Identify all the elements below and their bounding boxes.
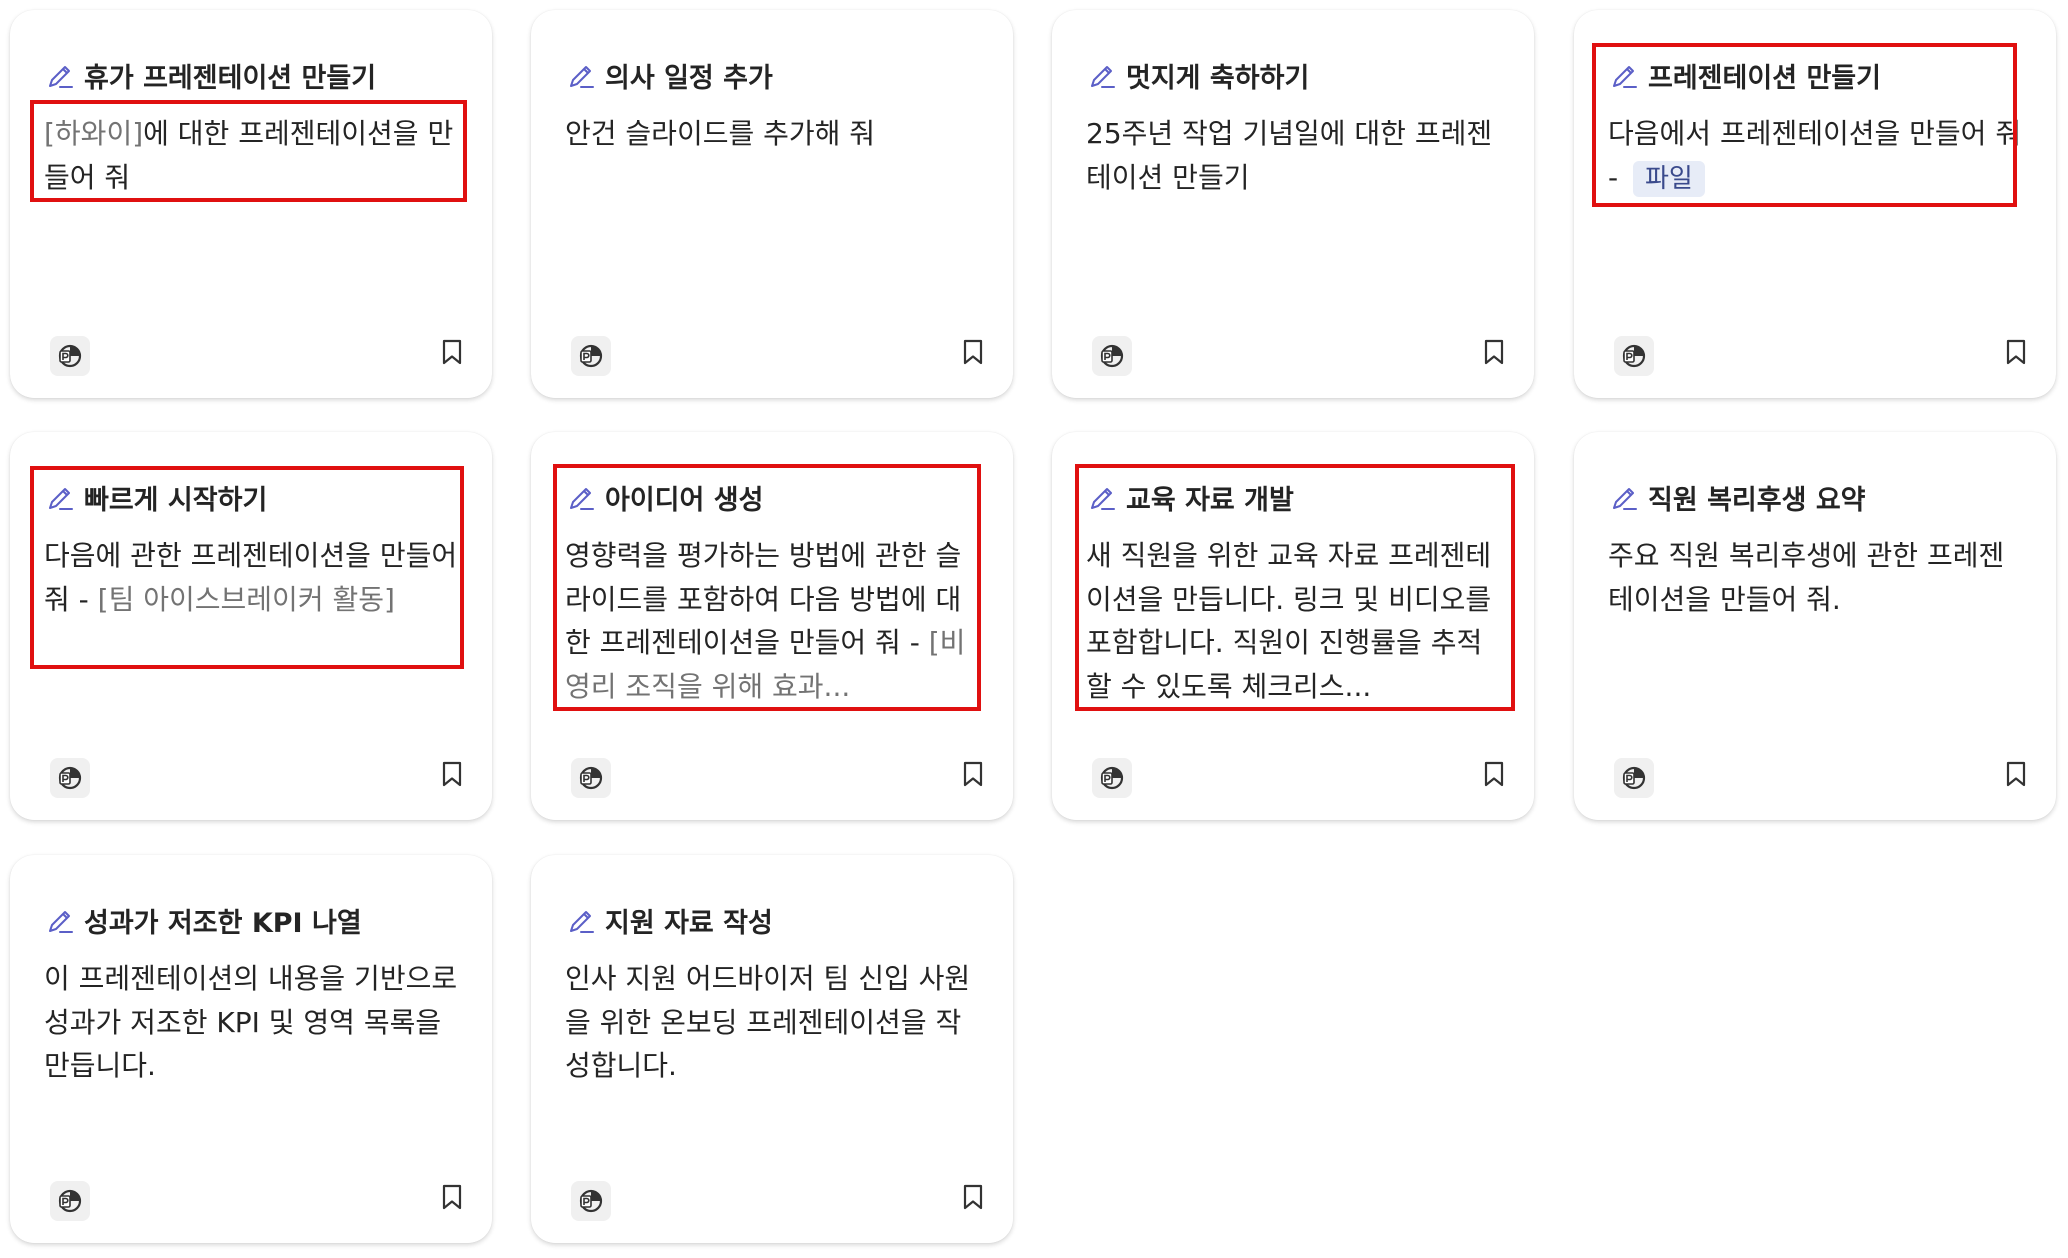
powerpoint-icon xyxy=(1092,758,1132,798)
powerpoint-icon xyxy=(1614,336,1654,376)
card-title-text: 휴가 프레젠테이션 만들기 xyxy=(84,63,377,94)
prompt-text: 주요 직원 복리후생에 관한 프레젠테이션을 만들어 줘. xyxy=(1608,539,2005,616)
prompt-card[interactable]: 지원 자료 작성 인사 지원 어드바이저 팀 신입 사원을 위한 온보딩 프레젠… xyxy=(531,855,1013,1243)
card-title: 지원 자료 작성 xyxy=(565,901,989,940)
bookmark-icon[interactable] xyxy=(1480,336,1508,368)
bookmark-icon[interactable] xyxy=(1480,758,1508,790)
powerpoint-icon xyxy=(571,336,611,376)
bookmark-icon[interactable] xyxy=(438,758,466,790)
card-prompt: 인사 지원 어드바이저 팀 신입 사원을 위한 온보딩 프레젠테이션을 작성합니… xyxy=(565,957,981,1088)
card-prompt: 주요 직원 복리후생에 관한 프레젠테이션을 만들어 줘. xyxy=(1608,534,2024,621)
powerpoint-icon xyxy=(1092,336,1132,376)
pen-sparkle-icon xyxy=(1091,65,1115,88)
card-prompt: 이 프레젠테이션의 내용을 기반으로 성과가 저조한 KPI 및 영역 목록을 … xyxy=(44,957,460,1088)
card-title: 성과가 저조한 KPI 나열 xyxy=(44,901,468,940)
powerpoint-icon xyxy=(1614,758,1654,798)
card-title: 직원 복리후생 요약 xyxy=(1608,478,2032,517)
prompt-text: 이 프레젠테이션의 내용을 기반으로 성과가 저조한 KPI 및 영역 목록을 … xyxy=(44,962,458,1082)
prompt-card[interactable]: 성과가 저조한 KPI 나열 이 프레젠테이션의 내용을 기반으로 성과가 저조… xyxy=(10,855,492,1243)
pen-sparkle-icon xyxy=(570,65,594,88)
pen-sparkle-icon xyxy=(49,65,73,88)
card-title-text: 의사 일정 추가 xyxy=(605,63,773,94)
card-title-text: 직원 복리후생 요약 xyxy=(1648,485,1866,516)
pen-sparkle-icon xyxy=(570,910,594,933)
card-title: 의사 일정 추가 xyxy=(565,56,989,95)
card-title: 멋지게 축하하기 xyxy=(1086,56,1510,95)
pen-sparkle-icon xyxy=(1613,487,1637,510)
highlight-box xyxy=(1075,464,1515,711)
card-title: 휴가 프레젠테이션 만들기 xyxy=(44,56,468,95)
powerpoint-icon xyxy=(50,336,90,376)
prompt-text: 안건 슬라이드를 추가해 줘 xyxy=(565,117,876,150)
card-prompt: 25주년 작업 기념일에 대한 프레젠테이션 만들기 xyxy=(1086,112,1502,199)
prompt-text: 인사 지원 어드바이저 팀 신입 사원을 위한 온보딩 프레젠테이션을 작성합니… xyxy=(565,962,971,1082)
bookmark-icon[interactable] xyxy=(959,336,987,368)
card-title-text: 멋지게 축하하기 xyxy=(1126,63,1310,94)
prompt-text: 25주년 작업 기념일에 대한 프레젠테이션 만들기 xyxy=(1086,117,1493,194)
prompt-card[interactable]: 휴가 프레젠테이션 만들기 [하와이]에 대한 프레젠테이션을 만들어 줘 xyxy=(10,10,492,398)
highlight-box xyxy=(553,464,981,711)
bookmark-icon[interactable] xyxy=(438,1181,466,1213)
bookmark-icon[interactable] xyxy=(2002,336,2030,368)
pen-sparkle-icon xyxy=(49,910,73,933)
prompt-gallery: 휴가 프레젠테이션 만들기 [하와이]에 대한 프레젠테이션을 만들어 줘 의사… xyxy=(0,0,2068,1258)
bookmark-icon[interactable] xyxy=(959,1181,987,1213)
powerpoint-icon xyxy=(571,1181,611,1221)
bookmark-icon[interactable] xyxy=(438,336,466,368)
card-prompt: 안건 슬라이드를 추가해 줘 xyxy=(565,112,981,156)
prompt-card[interactable]: 멋지게 축하하기 25주년 작업 기념일에 대한 프레젠테이션 만들기 xyxy=(1052,10,1534,398)
card-title-text: 지원 자료 작성 xyxy=(605,908,773,939)
powerpoint-icon xyxy=(50,758,90,798)
powerpoint-icon xyxy=(571,758,611,798)
highlight-box xyxy=(30,466,464,669)
powerpoint-icon xyxy=(50,1181,90,1221)
bookmark-icon[interactable] xyxy=(2002,758,2030,790)
prompt-card[interactable]: 의사 일정 추가 안건 슬라이드를 추가해 줘 xyxy=(531,10,1013,398)
highlight-box xyxy=(1592,43,2017,207)
bookmark-icon[interactable] xyxy=(959,758,987,790)
prompt-card[interactable]: 직원 복리후생 요약 주요 직원 복리후생에 관한 프레젠테이션을 만들어 줘. xyxy=(1574,432,2056,820)
card-title-text: 성과가 저조한 KPI 나열 xyxy=(84,908,362,939)
highlight-box xyxy=(30,100,467,202)
